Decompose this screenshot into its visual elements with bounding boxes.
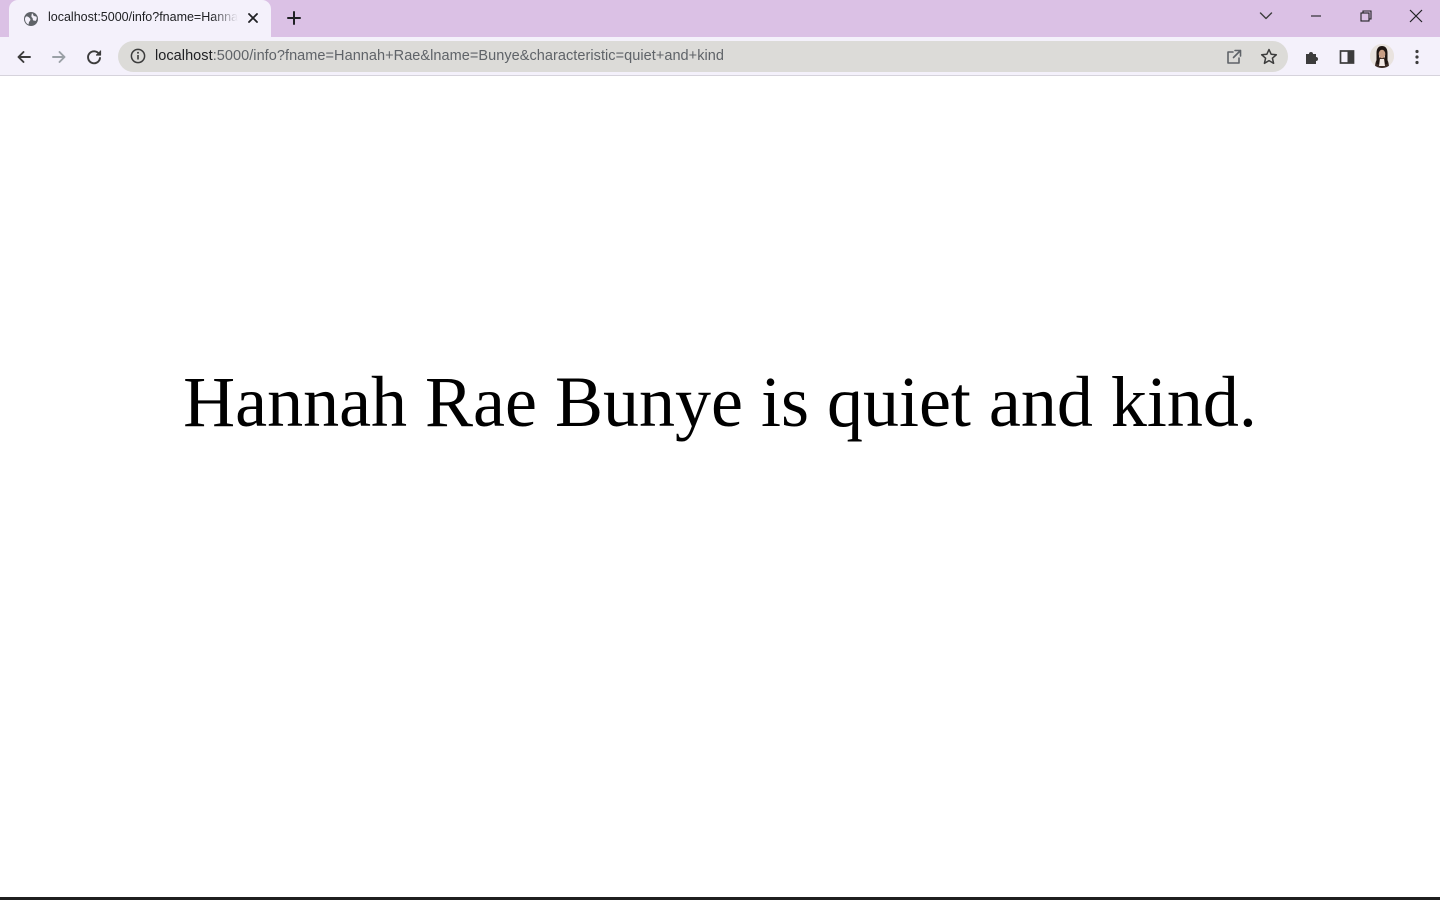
reload-button[interactable] bbox=[80, 43, 108, 71]
share-icon[interactable] bbox=[1224, 47, 1244, 67]
tab-search-icon bbox=[1259, 12, 1273, 20]
tab-title: localhost:5000/info?fname=Hannah+Rae&lna… bbox=[48, 10, 238, 24]
back-arrow-icon bbox=[17, 51, 31, 63]
tab-close-icon[interactable] bbox=[245, 10, 261, 26]
minimize-button[interactable] bbox=[1293, 0, 1339, 32]
browser-toolbar: localhost:5000/info?fname=Hannah+Rae&lna… bbox=[0, 37, 1440, 76]
tab-search-button[interactable] bbox=[1243, 0, 1289, 32]
new-tab-button[interactable] bbox=[283, 7, 305, 29]
avatar[interactable] bbox=[1370, 44, 1394, 68]
page-message: Hannah Rae Bunye is quiet and kind. bbox=[183, 362, 1257, 442]
tab-strip: localhost:5000/info?fname=Hannah+Rae&lna… bbox=[0, 0, 1440, 37]
globe-icon bbox=[23, 11, 39, 27]
reload-icon bbox=[87, 50, 102, 65]
forward-button[interactable] bbox=[45, 43, 73, 71]
address-bar[interactable]: localhost:5000/info?fname=Hannah+Rae&lna… bbox=[118, 41, 1288, 72]
info-icon[interactable] bbox=[130, 48, 146, 64]
restore-button[interactable] bbox=[1343, 0, 1389, 32]
puzzle-icon bbox=[1306, 52, 1318, 64]
back-button[interactable] bbox=[10, 43, 38, 71]
side-panel-button[interactable] bbox=[1333, 43, 1361, 71]
browser-tab[interactable]: localhost:5000/info?fname=Hannah+Rae&lna… bbox=[9, 0, 271, 37]
extensions-button[interactable] bbox=[1298, 43, 1326, 71]
close-icon bbox=[1409, 9, 1423, 23]
url-text: localhost:5000/info?fname=Hannah+Rae&lna… bbox=[155, 48, 724, 64]
page-content: Hannah Rae Bunye is quiet and kind. bbox=[0, 76, 1440, 898]
kebab-menu-icon bbox=[1415, 49, 1419, 65]
plus-icon bbox=[287, 11, 301, 25]
url-path: :5000/info?fname=Hannah+Rae&lname=Bunye&… bbox=[212, 48, 724, 64]
minimize-icon bbox=[1311, 15, 1321, 17]
url-host: localhost bbox=[155, 48, 213, 64]
window-close-button[interactable] bbox=[1393, 0, 1439, 32]
forward-arrow-icon bbox=[52, 51, 66, 63]
restore-icon bbox=[1360, 10, 1372, 22]
chrome-menu-button[interactable] bbox=[1403, 43, 1431, 71]
star-icon[interactable] bbox=[1259, 47, 1279, 67]
side-panel-icon bbox=[1339, 50, 1355, 64]
